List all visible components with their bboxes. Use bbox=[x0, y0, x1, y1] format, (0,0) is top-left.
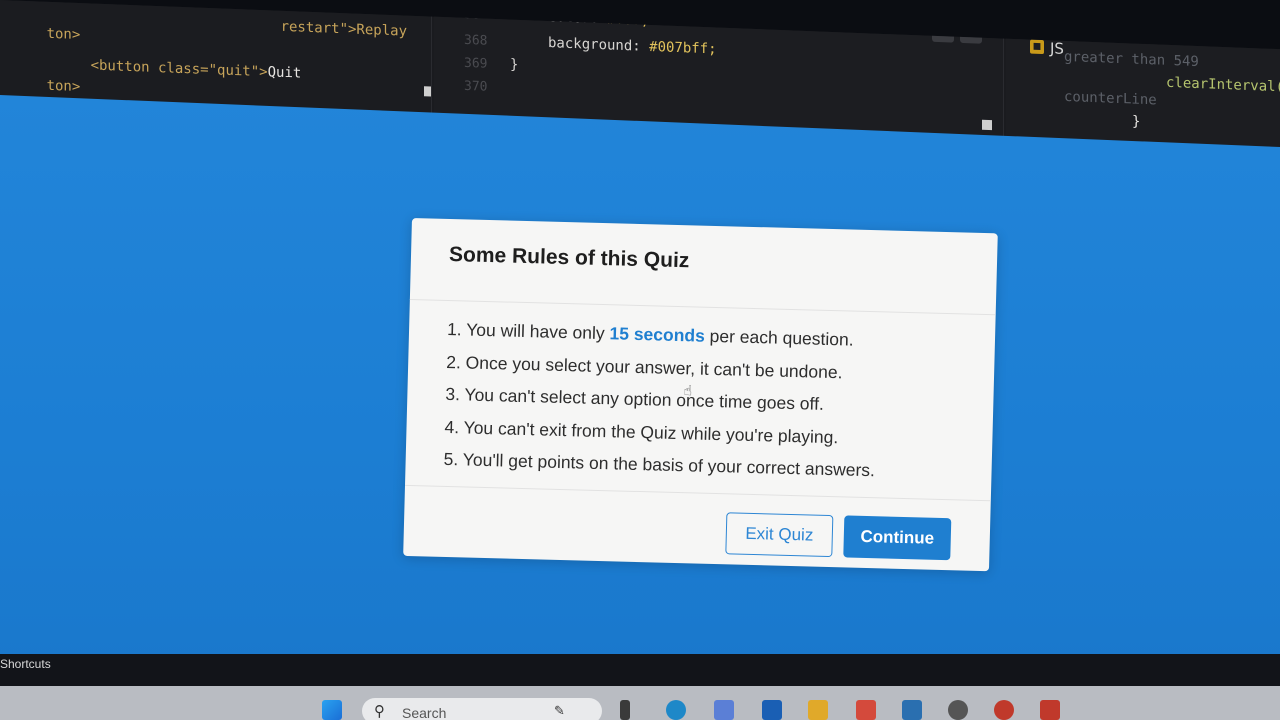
time-limit-highlight: 15 seconds bbox=[609, 323, 706, 346]
css-value: #fff; bbox=[607, 16, 650, 29]
photos-icon[interactable] bbox=[902, 700, 922, 720]
code-tag: <button class="quit"> bbox=[90, 57, 268, 81]
code-identifier: counterLine bbox=[1064, 88, 1157, 109]
clock-icon[interactable] bbox=[948, 700, 968, 720]
editor-toolbar-icons bbox=[932, 29, 988, 48]
taskbar: ⚲ Search ✎ bbox=[0, 686, 1280, 720]
mail-icon[interactable] bbox=[856, 700, 876, 720]
css-property: color: bbox=[548, 16, 599, 27]
store-icon[interactable] bbox=[762, 700, 782, 720]
task-view-icon[interactable] bbox=[620, 700, 630, 720]
js-panel-title: JS bbox=[1050, 39, 1064, 58]
dialog-header: Some Rules of this Quiz bbox=[409, 218, 998, 316]
exit-quiz-button[interactable]: Exit Quiz bbox=[725, 512, 834, 558]
scrollbar-thumb[interactable] bbox=[424, 86, 432, 97]
shortcuts-bar: Shortcuts bbox=[0, 654, 1280, 686]
code-fragment: restart">Replay bbox=[280, 18, 408, 40]
chrome-icon[interactable] bbox=[994, 700, 1014, 720]
quiz-rules-dialog: Some Rules of this Quiz 1. You will have… bbox=[403, 218, 998, 572]
hand-cursor-icon: ☝ bbox=[683, 382, 693, 399]
file-explorer-icon[interactable] bbox=[808, 700, 828, 720]
search-icon: ⚲ bbox=[374, 703, 385, 720]
search-highlight-icon: ✎ bbox=[554, 703, 565, 718]
line-number: 369 bbox=[464, 55, 488, 72]
office-icon[interactable] bbox=[1040, 700, 1060, 720]
code-function: clearInterval( bbox=[1166, 74, 1280, 96]
line-number: 368 bbox=[464, 32, 488, 49]
continue-button[interactable]: Continue bbox=[843, 515, 952, 561]
taskbar-search[interactable]: ⚲ Search ✎ bbox=[362, 698, 602, 720]
rules-list: 1. You will have only 15 seconds per eac… bbox=[404, 299, 996, 502]
copilot-icon[interactable] bbox=[714, 700, 734, 720]
line-number: 367 bbox=[464, 17, 487, 23]
code-text: Quit bbox=[267, 64, 302, 82]
line-number: 370 bbox=[464, 78, 488, 95]
rule-text: per each question. bbox=[704, 325, 854, 350]
code-comment: greater than 549 bbox=[1064, 48, 1199, 71]
search-placeholder: Search bbox=[402, 705, 447, 720]
scrollbar-thumb[interactable] bbox=[982, 119, 992, 131]
js-file-icon: ■ bbox=[1030, 39, 1044, 55]
edge-browser-icon[interactable] bbox=[666, 700, 686, 720]
windows-start-icon[interactable] bbox=[322, 700, 342, 720]
css-value: #007bff; bbox=[649, 38, 717, 58]
rule-text: 1. You will have only bbox=[446, 318, 610, 344]
code-tag: ton> bbox=[46, 77, 81, 96]
css-brace: } bbox=[510, 56, 519, 73]
dialog-title: Some Rules of this Quiz bbox=[448, 242, 690, 273]
shortcuts-label[interactable]: Shortcuts bbox=[0, 657, 51, 671]
code-brace: } bbox=[1132, 113, 1141, 130]
css-property: background: bbox=[548, 35, 641, 55]
